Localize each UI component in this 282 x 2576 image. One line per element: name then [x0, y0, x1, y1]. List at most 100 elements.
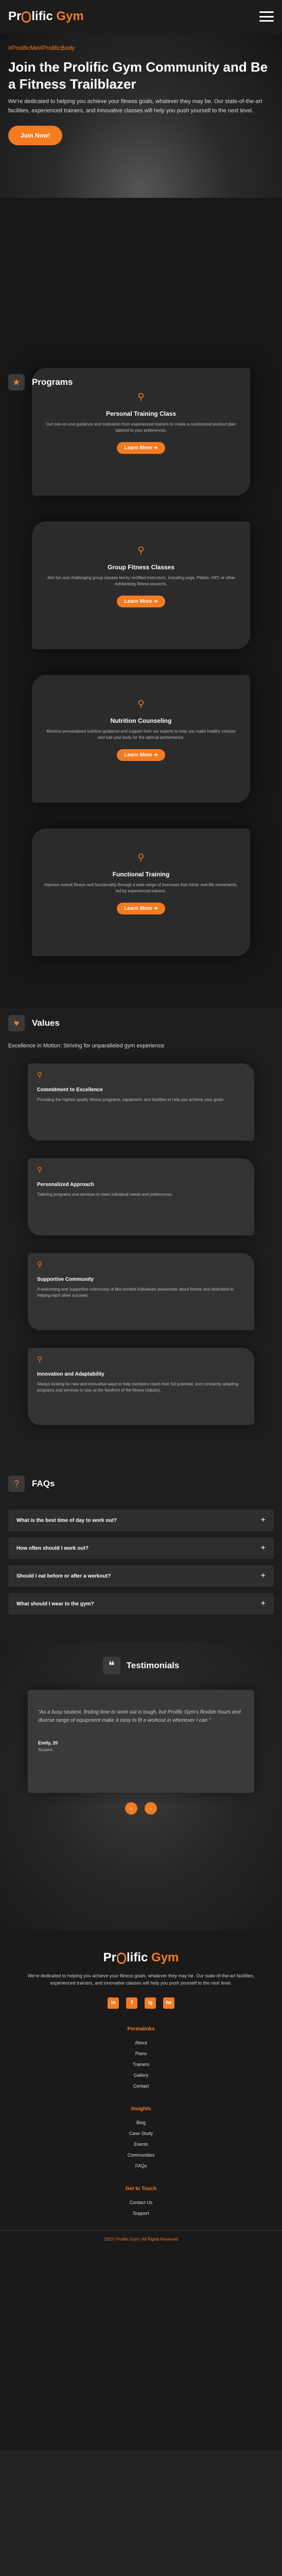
logo-text-gym: Gym	[151, 1951, 179, 1964]
logo-text-mid: lific	[126, 1951, 148, 1964]
join-now-button[interactable]: Join Now!	[8, 126, 63, 146]
logo-o-ring	[116, 1953, 126, 1964]
faqs-heading: ? FAQs	[0, 1468, 282, 1499]
values-heading: ♥ Values	[0, 1008, 282, 1039]
hero-text: We're dedicated to helping you achieve y…	[8, 98, 262, 114]
carousel-controls: ‹ ›	[0, 1802, 282, 1815]
footer-link-gallery[interactable]: Gallery	[8, 2073, 274, 2078]
plus-icon[interactable]: +	[261, 1571, 266, 1581]
faq-question: What is the best time of day to work out…	[16, 1517, 117, 1523]
footer-link-faqs[interactable]: FAQs	[8, 2163, 274, 2168]
values-title: Values	[32, 1018, 60, 1028]
program-title: Personal Training Class	[105, 410, 177, 417]
kettlebell-icon: ⚲	[37, 1260, 43, 1268]
social-links: in f ig tw	[8, 1997, 274, 2009]
logo-text-mid: lific	[31, 9, 53, 23]
value-title: Commitment to Excellence	[37, 1087, 103, 1093]
twitter-icon[interactable]: tw	[163, 1997, 174, 2009]
values-intro: Excellence in Motion: Striving for unpar…	[8, 1043, 165, 1049]
faq-question: What should I wear to the gym?	[16, 1601, 94, 1607]
value-text: A welcoming and supportive community of …	[37, 1287, 234, 1298]
value-text: Tailoring programs and services to meet …	[37, 1192, 173, 1197]
value-text: Always looking for new and innovative wa…	[37, 1382, 239, 1393]
testimonials-heading: ❝ Testimonials	[0, 1657, 282, 1674]
footer-logo[interactable]: Pr lific Gym	[8, 1951, 274, 1965]
programs-heading: ★ Programs	[0, 367, 81, 398]
program-card: ⚲ Group Fitness Classes Join fun and cha…	[32, 521, 250, 649]
programs-section: ★ Programs ⚲ Personal Training Class Get…	[0, 198, 282, 1008]
testimonials-title: Testimonials	[126, 1660, 180, 1670]
learn-more-button[interactable]: Learn More ➜	[117, 442, 165, 454]
program-card: ⚲ Nutrition Counseling Receive personali…	[32, 675, 250, 803]
testimonial-role: Student	[38, 1748, 52, 1752]
kettlebell-icon: ⚲	[137, 852, 145, 862]
faq-item[interactable]: What is the best time of day to work out…	[8, 1510, 274, 1531]
values-section: ♥ Values Excellence in Motion: Striving …	[0, 1008, 282, 1463]
program-text: Get one-on-one guidance and motivation f…	[46, 422, 236, 433]
insights-heading: Insights	[131, 2106, 151, 2112]
footer-link-contact[interactable]: Contact	[8, 2083, 274, 2089]
get-in-touch-heading: Get In Touch	[125, 2185, 157, 2192]
program-title: Nutrition Counseling	[110, 717, 172, 724]
program-title: Group Fitness Classes	[107, 564, 175, 571]
program-text: Join fun and challenging group classes l…	[47, 575, 235, 586]
hero-title: Join the Prolific Gym Community and Be a…	[8, 59, 268, 92]
faqs-title: FAQs	[32, 1479, 55, 1488]
site-header: Pr lific Gym	[0, 0, 282, 33]
footer-link-blog[interactable]: Blog	[8, 2120, 274, 2125]
faqs-section: ? FAQs What is the best time of day to w…	[0, 1463, 282, 1641]
program-card: ⚲ Functional Training Improve overall fi…	[32, 828, 250, 956]
value-card: ⚲ Supportive Community A welcoming and s…	[28, 1253, 254, 1330]
testimonial-card: "As a busy student, finding time to work…	[28, 1690, 254, 1793]
linkedin-icon[interactable]: in	[108, 1997, 119, 2009]
quote-icon: ❝	[102, 1657, 120, 1674]
faq-question: Should I eat before or after a workout?	[16, 1573, 111, 1579]
instagram-icon[interactable]: ig	[145, 1997, 156, 2009]
logo-text-pre: Pr	[103, 1951, 116, 1964]
faq-item[interactable]: Should I eat before or after a workout? +	[8, 1565, 274, 1587]
kettlebell-icon: ⚲	[137, 699, 145, 709]
copyright: 2023 | Prolific Gym | All Rights Reserve…	[0, 2230, 282, 2242]
kettlebell-icon: ⚲	[37, 1071, 43, 1079]
program-text: Improve overall fitness and functionalit…	[44, 883, 238, 893]
learn-more-button[interactable]: Learn More ➜	[117, 903, 165, 914]
hamburger-icon[interactable]	[259, 11, 274, 22]
permalinks-heading: Permalinks	[127, 2026, 155, 2032]
chevron-left-icon[interactable]: ‹	[125, 1802, 137, 1815]
programs-title: Programs	[32, 377, 73, 387]
learn-more-button[interactable]: Learn More ➜	[117, 749, 165, 761]
footer-link-communities[interactable]: Communities	[8, 2153, 274, 2158]
facebook-icon[interactable]: f	[126, 1997, 137, 2009]
learn-more-button[interactable]: Learn More ➜	[117, 596, 165, 607]
faq-item[interactable]: How often should I work out? +	[8, 1537, 274, 1559]
brand-logo[interactable]: Pr lific Gym	[8, 9, 84, 24]
footer-link-support[interactable]: Support	[8, 2211, 274, 2216]
kettlebell-icon: ⚲	[137, 545, 145, 555]
footer-about: We're dedicated to helping you achieve y…	[27, 1973, 255, 1986]
heart-icon: ♥	[8, 1015, 25, 1031]
plus-icon[interactable]: +	[261, 1544, 266, 1553]
value-title: Innovation and Adaptability	[37, 1371, 104, 1377]
footer-link-trainers[interactable]: Trainers	[8, 2062, 274, 2067]
value-title: Supportive Community	[37, 1277, 94, 1282]
footer-link-about[interactable]: About	[8, 2040, 274, 2045]
hero-hashtag: #ProlificMe#ProlificBody	[8, 44, 75, 52]
site-footer: Pr lific Gym We're dedicated to helping y…	[0, 1930, 282, 2450]
program-text: Receive personalized nutrition guidance …	[46, 729, 236, 740]
footer-link-contact-us[interactable]: Contact Us	[8, 2200, 274, 2205]
footer-link-plans[interactable]: Plans	[8, 2051, 274, 2056]
value-card: ⚲ Personalized Approach Tailoring progra…	[28, 1158, 254, 1235]
question-icon: ?	[8, 1476, 25, 1492]
footer-link-events[interactable]: Events	[8, 2142, 274, 2147]
chevron-right-icon[interactable]: ›	[145, 1802, 157, 1815]
faq-question: How often should I work out?	[16, 1545, 89, 1551]
plus-icon[interactable]: +	[261, 1599, 266, 1608]
faq-item[interactable]: What should I wear to the gym? +	[8, 1593, 274, 1615]
logo-text-pre: Pr	[8, 9, 22, 23]
testimonials-section: ❝ Testimonials "As a busy student, findi…	[0, 1641, 282, 1930]
footer-link-case-study[interactable]: Case Study	[8, 2131, 274, 2136]
value-card: ⚲ Innovation and Adaptability Always loo…	[28, 1348, 254, 1425]
plus-icon[interactable]: +	[261, 1516, 266, 1525]
logo-o-ring	[22, 11, 31, 23]
star-icon: ★	[8, 374, 25, 391]
